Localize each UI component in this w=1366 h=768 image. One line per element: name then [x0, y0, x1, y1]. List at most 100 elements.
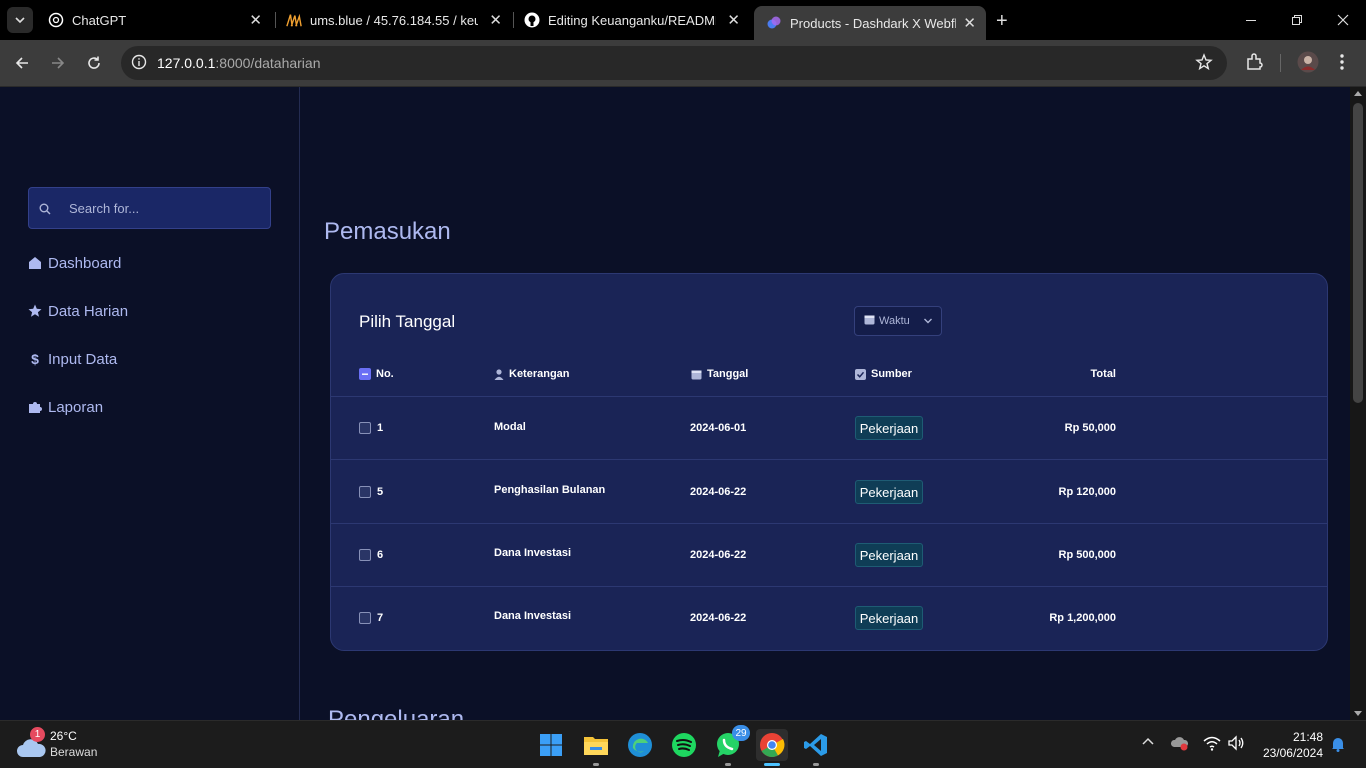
browser-toolbar: 127.0.0.1:8000/dataharian [0, 40, 1366, 87]
taskbar-chrome[interactable] [756, 729, 788, 766]
weather-temperature: 26°C [50, 729, 77, 743]
taskbar-whatsapp[interactable]: 29 [712, 725, 750, 766]
cell-total: Rp 120,000 [1058, 486, 1116, 498]
weather-condition: Berawan [50, 745, 98, 759]
sidebar-item-label: Laporan [48, 398, 104, 416]
taskbar-spotify[interactable] [668, 729, 700, 761]
close-tab-icon[interactable]: ✕ [249, 11, 262, 29]
restore-button[interactable] [1274, 0, 1320, 40]
extensions-icon[interactable] [1244, 52, 1264, 77]
profile-avatar[interactable] [1297, 51, 1319, 78]
source-badge: Pekerjaan [855, 480, 923, 504]
active-indicator [764, 763, 780, 766]
tab-title: Products - Dashdark X Webflow [790, 15, 956, 31]
edge-icon [628, 733, 652, 757]
scroll-down-arrow-icon[interactable] [1354, 711, 1362, 716]
reload-button[interactable] [82, 51, 106, 75]
more-menu-icon[interactable] [1334, 52, 1350, 77]
forward-button[interactable] [46, 51, 70, 75]
calendar-icon [691, 369, 702, 380]
table-row[interactable]: 7 Dana Investasi 2024-06-22 Pekerjaan Rp… [331, 587, 1327, 650]
chrome-icon [760, 733, 785, 758]
scroll-up-arrow-icon[interactable] [1354, 91, 1362, 96]
dollar-icon: $ [31, 351, 39, 367]
home-icon [28, 256, 42, 270]
clock-date: 23/06/2024 [1262, 746, 1323, 760]
new-tab-button[interactable]: + [996, 10, 1008, 33]
column-label: Total [1090, 368, 1116, 380]
sidebar-item-dashboard[interactable]: Dashboard [28, 253, 121, 273]
taskbar-file-explorer[interactable] [580, 729, 612, 766]
start-button[interactable] [535, 729, 567, 761]
search-placeholder: Search for... [69, 201, 140, 216]
address-bar[interactable]: 127.0.0.1:8000/dataharian [121, 46, 1227, 80]
volume-icon[interactable] [1227, 735, 1245, 756]
wifi-icon[interactable] [1203, 735, 1221, 756]
taskbar-edge[interactable] [624, 729, 656, 761]
sidebar-item-data-harian[interactable]: Data Harian [28, 301, 128, 321]
time-filter-label: Waktu [879, 315, 910, 327]
chatgpt-icon [48, 12, 64, 28]
cell-no: 6 [377, 549, 384, 561]
column-no: No. [359, 368, 394, 380]
column-label: Sumber [871, 368, 912, 380]
webflow-icon [766, 15, 782, 31]
notification-bell-icon[interactable] [1331, 736, 1345, 757]
column-tanggal: Tanggal [691, 368, 748, 380]
tab-search-button[interactable] [7, 7, 33, 33]
table-row[interactable]: 6 Dana Investasi 2024-06-22 Pekerjaan Rp… [331, 524, 1327, 587]
site-info-icon[interactable] [131, 54, 147, 75]
puzzle-icon [28, 400, 42, 414]
source-badge: Pekerjaan [855, 416, 923, 440]
close-tab-icon[interactable]: ✕ [489, 11, 502, 29]
page-scrollbar[interactable] [1350, 87, 1366, 720]
weather-notification-badge: 1 [30, 727, 45, 742]
minimize-button[interactable] [1228, 0, 1274, 40]
close-tab-icon[interactable]: ✕ [963, 14, 976, 32]
taskbar-vscode[interactable] [800, 729, 832, 766]
cell-tanggal: 2024-06-01 [690, 422, 747, 434]
back-button[interactable] [10, 51, 34, 75]
browser-tab-webflow[interactable]: Products - Dashdark X Webflow ✕ [754, 6, 986, 40]
browser-tab-github[interactable]: Editing Keuanganku/README.m ✕ [512, 0, 750, 40]
table-row[interactable]: 1 Modal 2024-06-01 Pekerjaan Rp 50,000 [331, 397, 1327, 460]
system-clock[interactable]: 21:48 23/06/2024 [1263, 729, 1323, 761]
cell-total: Rp 1,200,000 [1049, 612, 1116, 624]
sidebar: Search for... Dashboard Data Harian $ In… [0, 87, 300, 720]
reload-icon [88, 56, 100, 69]
cell-tanggal: 2024-06-22 [690, 486, 747, 498]
row-checkbox[interactable] [359, 486, 371, 498]
onedrive-error-icon[interactable] [1170, 735, 1189, 756]
cell-total: Rp 500,000 [1058, 549, 1116, 561]
phpmyadmin-icon [286, 12, 302, 28]
column-total: Total [1091, 368, 1116, 380]
row-checkbox[interactable] [359, 422, 371, 434]
bookmark-star-icon[interactable] [1195, 53, 1213, 76]
tab-title: ChatGPT [72, 12, 127, 28]
time-filter-dropdown[interactable]: Waktu [854, 306, 942, 336]
close-window-button[interactable] [1320, 0, 1366, 40]
show-hidden-icons-chevron-icon[interactable] [1141, 735, 1155, 754]
select-all-checkbox[interactable] [359, 368, 371, 380]
scrollbar-thumb[interactable] [1353, 103, 1363, 403]
column-label: Keterangan [509, 368, 570, 380]
minimize-icon [1246, 20, 1256, 21]
source-badge: Pekerjaan [855, 606, 923, 630]
close-tab-icon[interactable]: ✕ [727, 11, 740, 29]
cell-no: 1 [377, 422, 384, 434]
search-input[interactable]: Search for... [28, 187, 271, 229]
browser-tab-phpmyadmin[interactable]: ums.blue / 45.76.184.55 / keua ✕ [274, 0, 512, 40]
cell-no: 7 [377, 612, 384, 624]
browser-tab-chatgpt[interactable]: ChatGPT ✕ [36, 0, 272, 40]
tab-title: ums.blue / 45.76.184.55 / keua [310, 12, 478, 28]
running-indicator [593, 763, 599, 766]
sidebar-item-input-data[interactable]: $ Input Data [28, 349, 117, 369]
browser-tab-bar: ChatGPT ✕ ums.blue / 45.76.184.55 / keua… [0, 0, 1366, 40]
cell-keterangan: Penghasilan Bulanan [494, 484, 606, 496]
sidebar-item-laporan[interactable]: Laporan [28, 397, 103, 417]
table-row[interactable]: 5 Penghasilan Bulanan 2024-06-22 Pekerja… [331, 461, 1327, 524]
row-checkbox[interactable] [359, 612, 371, 624]
cell-keterangan: Modal [494, 421, 526, 433]
windows-logo-icon [540, 734, 562, 756]
row-checkbox[interactable] [359, 549, 371, 561]
